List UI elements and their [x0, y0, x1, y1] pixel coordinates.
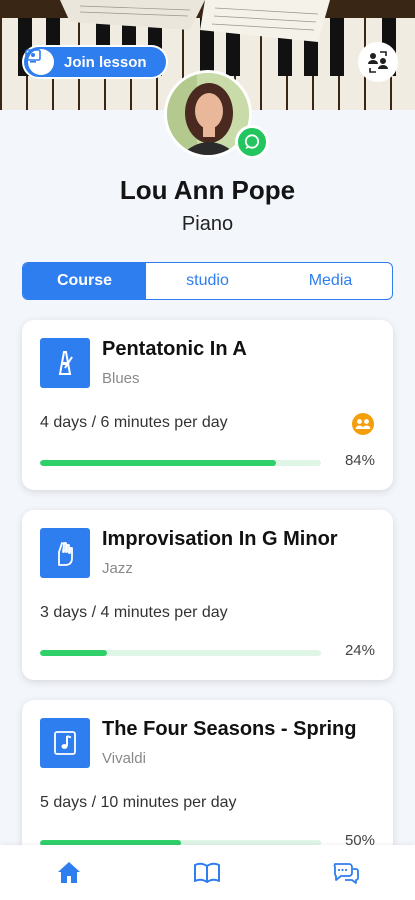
chat-icon — [244, 134, 260, 149]
nav-messages[interactable] — [316, 848, 376, 898]
course-card[interactable]: Pentatonic In A Blues 4 days / 6 minutes… — [22, 320, 393, 490]
home-icon — [58, 861, 81, 883]
message-teacher-button[interactable] — [235, 125, 269, 159]
switch-teacher-button[interactable] — [358, 42, 398, 82]
bottom-navigation — [0, 845, 415, 900]
course-card[interactable]: Improvisation In G Minor Jazz 3 days / 4… — [22, 510, 393, 680]
course-progress-fill — [40, 460, 277, 466]
tab-media[interactable]: Media — [269, 263, 392, 299]
course-schedule: 4 days / 6 minutes per day — [40, 414, 228, 431]
tab-course[interactable]: Course — [23, 263, 146, 299]
course-progress-bar — [40, 460, 321, 466]
chat-bubbles-icon — [333, 862, 359, 884]
book-icon — [194, 862, 221, 883]
hand-gesture-icon — [40, 528, 90, 578]
teacher-name: Lou Ann Pope — [119, 175, 296, 205]
tab-studio[interactable]: studio — [146, 263, 269, 299]
video-lesson-icon — [25, 49, 54, 75]
nav-home[interactable] — [39, 848, 99, 898]
course-schedule: 3 days / 4 minutes per day — [40, 604, 228, 621]
metronome-icon — [40, 338, 90, 388]
course-progress-bar — [40, 650, 321, 656]
swap-users-icon — [368, 51, 388, 73]
join-lesson-label: Join lesson — [64, 53, 147, 71]
course-subtitle: Vivaldi — [102, 750, 146, 767]
course-subtitle: Blues — [102, 370, 140, 387]
profile-tabs: Course studio Media — [22, 262, 393, 300]
course-progress-label: 84% — [344, 452, 375, 469]
course-title: The Four Seasons - Spring — [102, 718, 357, 740]
teacher-instrument: Piano — [181, 213, 234, 235]
music-note-icon — [40, 718, 90, 768]
course-schedule: 5 days / 10 minutes per day — [40, 794, 237, 811]
course-title: Pentatonic In A — [102, 338, 247, 360]
group-lesson-icon — [352, 413, 374, 435]
course-subtitle: Jazz — [102, 560, 133, 577]
course-progress-fill — [40, 650, 108, 656]
nav-library[interactable] — [177, 848, 237, 898]
course-progress-label: 24% — [344, 642, 375, 659]
course-title: Improvisation In G Minor — [102, 528, 338, 550]
join-lesson-button[interactable]: Join lesson — [22, 45, 168, 79]
